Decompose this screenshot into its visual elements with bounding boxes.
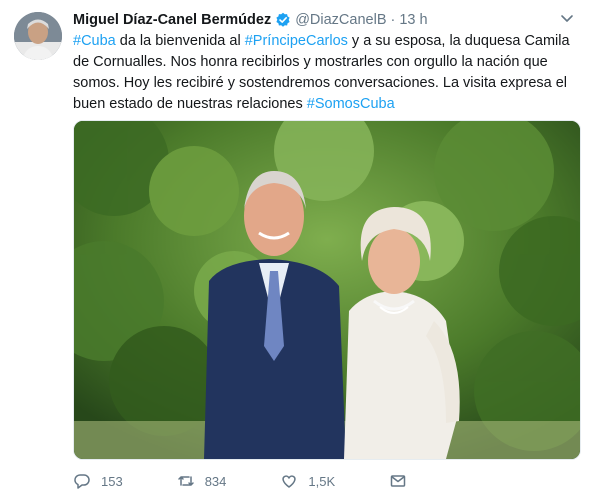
- direct-message-button[interactable]: [389, 472, 407, 490]
- reply-count: 153: [101, 473, 123, 489]
- tweet-timestamp[interactable]: 13 h: [399, 12, 427, 28]
- retweet-icon: [177, 476, 194, 486]
- author-handle[interactable]: @DiazCanelB: [295, 12, 386, 28]
- hashtag-somos-cuba[interactable]: #SomosCuba: [307, 96, 395, 112]
- tweet-photo[interactable]: [73, 120, 581, 460]
- reply-icon: [74, 474, 90, 489]
- avatar[interactable]: [14, 12, 62, 60]
- hashtag-cuba[interactable]: #Cuba: [73, 33, 116, 49]
- reply-button[interactable]: 153: [73, 472, 123, 490]
- chevron-down-icon[interactable]: [559, 10, 575, 26]
- like-icon: [282, 475, 297, 488]
- retweet-count: 834: [204, 473, 227, 489]
- author-name[interactable]: Miguel Díaz-Canel Bermúdez: [73, 12, 271, 28]
- retweet-button[interactable]: 834: [177, 472, 227, 490]
- separator-dot: ·: [390, 12, 396, 28]
- like-button[interactable]: 1,5K: [280, 472, 335, 490]
- tweet-text: #Cuba da la bienvenida al #PríncipeCarlo…: [73, 31, 573, 115]
- tweet-card[interactable]: Miguel Díaz-Canel Bermúdez @DiazCanelB ·…: [0, 0, 589, 503]
- tweet-text-segment: da la bienvenida al: [115, 33, 245, 49]
- verified-badge-icon: [275, 12, 291, 28]
- like-count: 1,5K: [308, 473, 336, 489]
- tweet-actions: 153 834 1,5K: [73, 470, 461, 492]
- tweet-header: Miguel Díaz-Canel Bermúdez @DiazCanelB ·…: [73, 10, 428, 30]
- direct-message-icon: [390, 475, 406, 487]
- hashtag-principe-carlos[interactable]: #PríncipeCarlos: [245, 33, 348, 49]
